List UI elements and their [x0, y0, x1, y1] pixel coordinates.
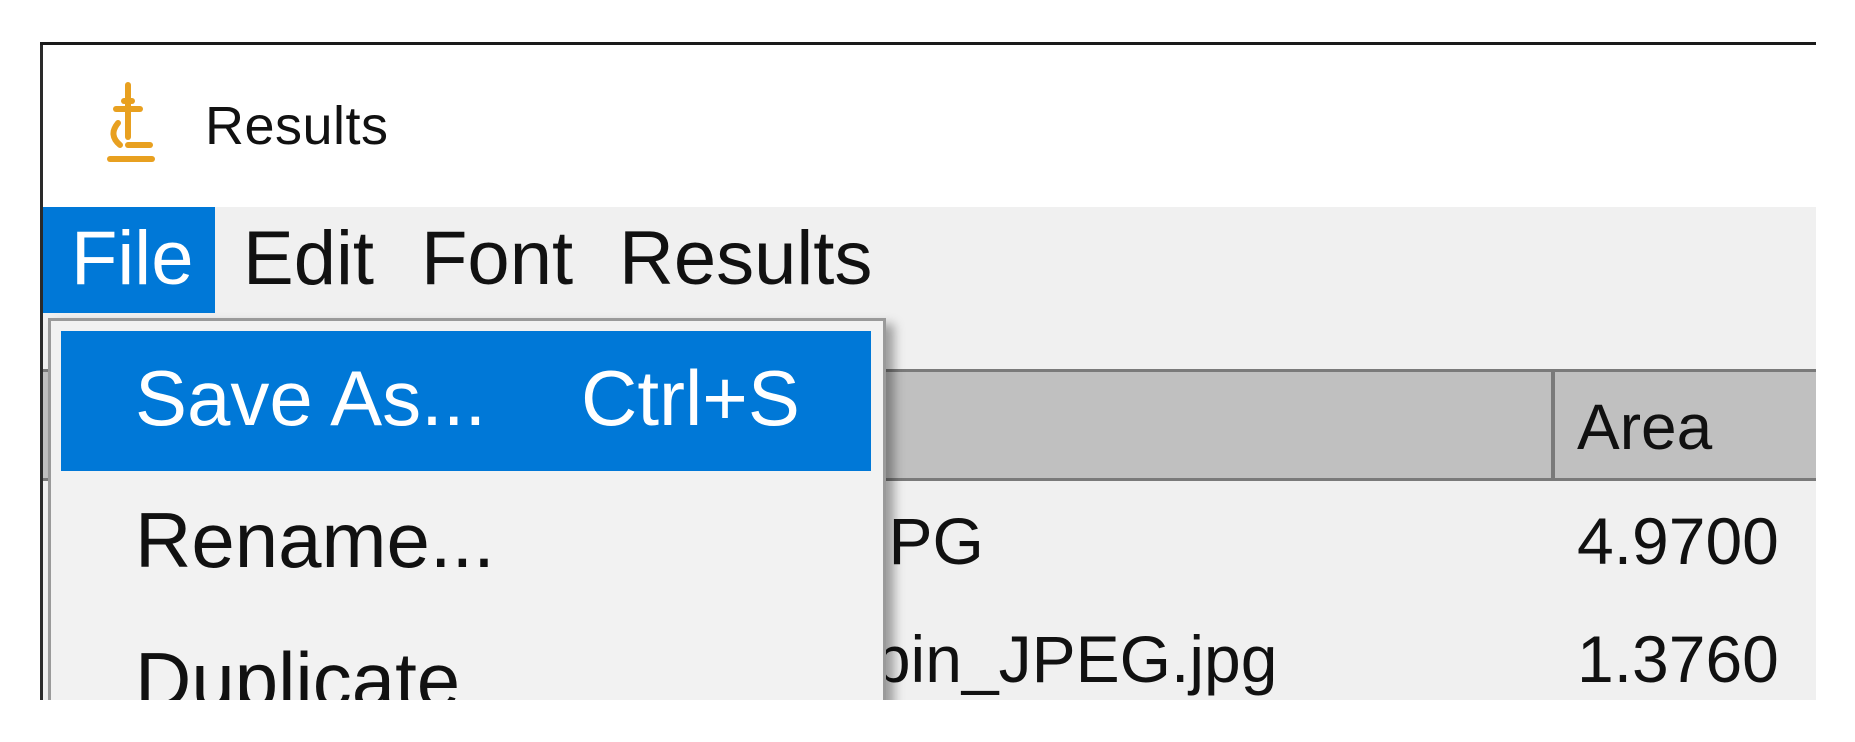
- menu-item-rename[interactable]: Rename...: [61, 473, 871, 613]
- window-title: Results: [205, 96, 389, 156]
- menu-edit[interactable]: Edit: [215, 207, 402, 313]
- menu-font[interactable]: Font: [393, 207, 601, 313]
- file-menu-dropdown: Save As... Ctrl+S Rename... Duplicate: [48, 318, 886, 742]
- menu-bar: File Edit Font Results: [43, 207, 1816, 313]
- screen: Results File Edit Font Results Area 522.…: [0, 0, 1855, 742]
- title-bar[interactable]: Results: [43, 45, 1816, 207]
- menu-results[interactable]: Results: [591, 207, 900, 313]
- row-area-cell: 1.3760: [1577, 622, 1779, 696]
- menu-item-label: Rename...: [135, 496, 495, 584]
- menu-item-shortcut: Ctrl+S: [581, 354, 800, 442]
- microscope-icon: [98, 79, 158, 167]
- menu-item-label: Save As...: [135, 354, 487, 442]
- column-divider[interactable]: [1551, 372, 1555, 478]
- menu-file[interactable]: File: [43, 207, 215, 313]
- image-bottom-margin: [0, 700, 1855, 742]
- row-area-cell: 4.9700: [1577, 504, 1779, 578]
- menu-item-save-as[interactable]: Save As... Ctrl+S: [61, 331, 871, 471]
- column-header-area[interactable]: Area: [1577, 390, 1712, 464]
